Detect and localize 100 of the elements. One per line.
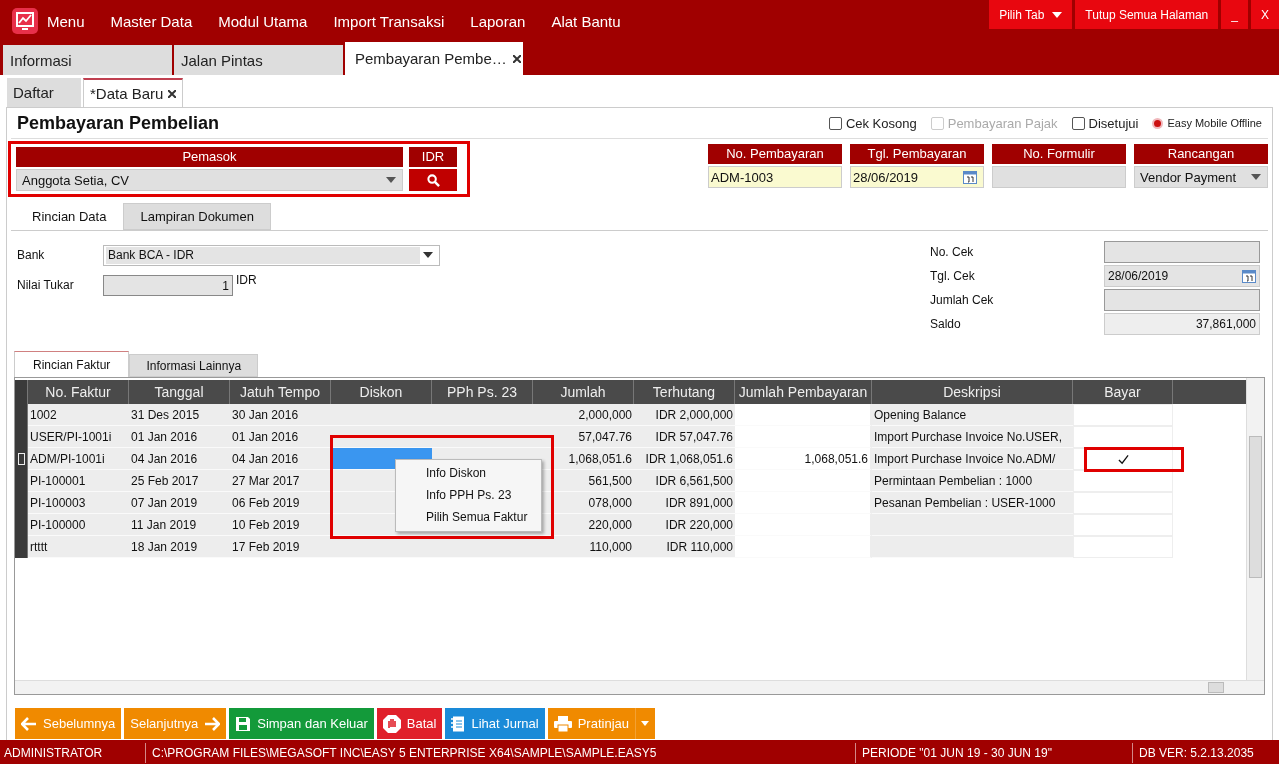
field-label: Saldo	[930, 317, 962, 331]
menu-item[interactable]: Import Transaksi	[333, 12, 445, 30]
document-tab[interactable]: *Data Baru	[83, 78, 184, 107]
table-cell[interactable]	[1073, 426, 1173, 448]
horizontal-scrollbar[interactable]	[15, 680, 1264, 694]
template-dropdown[interactable]: Vendor Payment	[1134, 166, 1268, 188]
input-field[interactable]: 37,861,000	[1104, 313, 1260, 335]
table-cell: 1,068,051.6	[735, 448, 872, 470]
option-label: Disetujui	[1088, 115, 1139, 131]
input-field[interactable]: ADM-1003	[708, 166, 842, 188]
table-cell: 04 Jan 2016	[129, 448, 230, 470]
caret-icon	[641, 721, 649, 726]
action-button[interactable]: Batal	[376, 708, 443, 739]
table-cell: IDR 6,561,500	[634, 470, 735, 492]
detail-tab[interactable]: Lampiran Dokumen	[123, 203, 271, 230]
table-cell: 31 Des 2015	[129, 404, 230, 426]
caret-icon	[1251, 174, 1261, 180]
status-text: ADMINISTRATOR	[0, 743, 146, 763]
checkbox[interactable]	[1071, 116, 1085, 130]
bank-dropdown[interactable]: Bank BCA - IDR	[103, 244, 440, 266]
close-icon[interactable]	[168, 89, 177, 98]
calendar-icon[interactable]	[963, 170, 977, 184]
field-label: No. Cek	[930, 245, 975, 259]
form-title: Pembayaran Pembelian	[16, 112, 220, 134]
table-cell: 17 Feb 2019	[230, 536, 331, 558]
action-button[interactable]: Simpan dan Keluar	[229, 708, 374, 739]
table-cell: 1,068,051.6	[533, 448, 634, 470]
date-field[interactable]: 28/06/2019	[1104, 265, 1260, 287]
table-cell: 110,000	[533, 536, 634, 558]
caret-icon	[386, 177, 396, 183]
vertical-scrollbar[interactable]	[1246, 378, 1264, 680]
table-cell: 1002	[28, 404, 129, 426]
table-cell: 27 Mar 2017	[230, 470, 331, 492]
input-field[interactable]	[1104, 289, 1260, 311]
table-cell: 04 Jan 2016	[230, 448, 331, 470]
table-cell: 06 Feb 2019	[230, 492, 331, 514]
title-bar-button[interactable]: Tutup Semua Halaman	[1075, 0, 1219, 29]
status-text: PERIODE "01 JUN 19 - 30 JUN 19"	[856, 743, 1133, 763]
table-cell: Pesanan Pembelian : USER-1000	[872, 492, 1073, 514]
option-label: Pembayaran Pajak	[947, 115, 1058, 131]
menu-item[interactable]: Alat Bantu	[551, 12, 621, 30]
table-cell: PI-100000	[28, 514, 129, 536]
table-cell: IDR 891,000	[634, 492, 735, 514]
supplier-dropdown[interactable]: Anggota Setia, CV	[16, 169, 403, 191]
table-cell[interactable]	[1073, 448, 1173, 470]
currency-label: IDR	[236, 273, 257, 287]
field-label: Jumlah Cek	[930, 293, 995, 307]
field-label: Bank	[16, 248, 46, 262]
input-field[interactable]	[1104, 241, 1260, 263]
action-button[interactable]: Lihat Jurnal	[445, 708, 545, 739]
menu-item[interactable]: Modul Utama	[218, 12, 308, 30]
table-cell: IDR 57,047.76	[634, 426, 735, 448]
radio-button[interactable]	[1152, 117, 1164, 129]
field-label: Nilai Tukar	[16, 278, 75, 292]
notebook-icon	[451, 715, 466, 732]
table-cell: PI-100003	[28, 492, 129, 514]
check-icon	[1117, 453, 1129, 465]
table-cell[interactable]	[1073, 404, 1173, 426]
grid-tab[interactable]: Informasi Lainnya	[129, 354, 259, 377]
table-cell: 2,000,000	[533, 404, 634, 426]
field-header: No. Formulir	[992, 144, 1126, 164]
checkbox[interactable]	[828, 116, 842, 130]
title-bar-button[interactable]: Pilih Tab	[989, 0, 1073, 29]
date-field[interactable]: 28/06/2019	[850, 166, 984, 188]
close-icon[interactable]	[512, 54, 521, 63]
calendar-icon[interactable]	[1242, 269, 1256, 283]
menu-item[interactable]: Laporan	[470, 12, 526, 30]
page-tab[interactable]: Informasi	[3, 45, 172, 75]
page-tab[interactable]: Jalan Pintas	[174, 45, 343, 75]
save-icon	[235, 715, 252, 732]
table-cell: 11 Jan 2019	[129, 514, 230, 536]
option-label: Easy Mobile Offline	[1167, 117, 1262, 129]
grid-tab[interactable]: Rincian Faktur	[14, 351, 130, 377]
exchange-rate-field[interactable]: 1	[103, 274, 233, 296]
table-cell: 01 Jan 2016	[129, 426, 230, 448]
table-cell: ADM/PI-1001i	[28, 448, 129, 470]
search-button[interactable]	[409, 169, 457, 191]
menu-item[interactable]: Menu	[47, 12, 85, 30]
currency-header: IDR	[409, 147, 457, 167]
status-text: C:\PROGRAM FILES\MEGASOFT INC\EASY 5 ENTERPRISE X64\SAMPLE\SAMPLE.EASY5	[146, 743, 856, 763]
title-bar-button[interactable]: X	[1251, 0, 1279, 29]
table-cell[interactable]	[1073, 470, 1173, 492]
table-cell: Opening Balance	[872, 404, 1073, 426]
table-cell: Import Purchase Invoice No.ADM/	[872, 448, 1073, 470]
table-cell: 01 Jan 2016	[230, 426, 331, 448]
chart-logo-icon[interactable]	[12, 8, 38, 34]
field-header: Pemasok	[16, 147, 403, 167]
arrow-right-icon	[204, 716, 221, 731]
caret-icon	[1052, 11, 1063, 18]
row-indicator-header	[15, 380, 28, 404]
table-cell: Permintaan Pembelian : 1000	[872, 470, 1073, 492]
title-bar-button[interactable]: _	[1221, 0, 1248, 29]
menu-item[interactable]: Master Data	[110, 12, 193, 30]
document-tab[interactable]: Daftar	[7, 78, 81, 107]
table-cell: 07 Jan 2019	[129, 492, 230, 514]
input-field[interactable]	[992, 166, 1126, 188]
stop-hand-icon	[382, 714, 401, 733]
printer-icon	[553, 715, 572, 732]
table-cell: 25 Feb 2017	[129, 470, 230, 492]
page-tab[interactable]: Pembayaran Pembe…	[345, 42, 523, 75]
